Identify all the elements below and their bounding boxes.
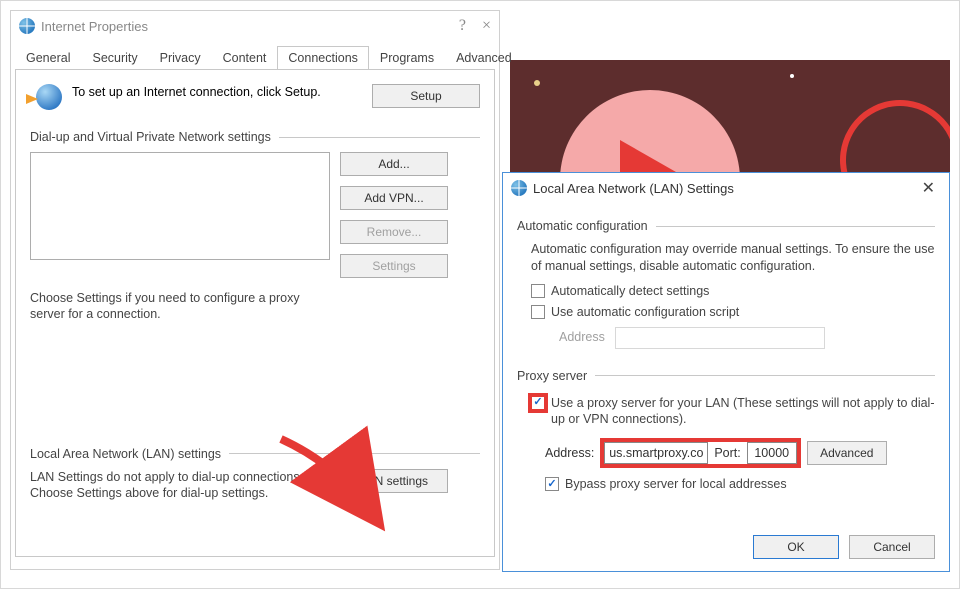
bypass-local-checkbox[interactable]: Bypass proxy server for local addresses xyxy=(545,476,935,493)
close-button[interactable]: × xyxy=(482,17,491,35)
auto-script-checkbox[interactable]: Use automatic configuration script xyxy=(531,304,935,321)
connections-listbox[interactable] xyxy=(30,152,330,260)
use-proxy-checkbox[interactable]: Use a proxy server for your LAN (These s… xyxy=(531,395,935,429)
lan-window-title: Local Area Network (LAN) Settings xyxy=(533,181,916,196)
add-button[interactable]: Add... xyxy=(340,152,448,176)
proxy-address-input[interactable]: us.smartproxy.co xyxy=(604,442,708,464)
lan-settings-window: Local Area Network (LAN) Settings ✕ Auto… xyxy=(502,172,950,572)
close-button[interactable]: ✕ xyxy=(916,178,941,198)
tab-content[interactable]: Content xyxy=(212,46,278,70)
connections-panel: To set up an Internet connection, click … xyxy=(15,69,495,557)
background-artwork xyxy=(510,60,950,172)
script-address-input xyxy=(615,327,825,349)
internet-properties-titlebar: Internet Properties ? × xyxy=(11,11,499,41)
lan-titlebar: Local Area Network (LAN) Settings ✕ xyxy=(503,173,949,203)
internet-icon xyxy=(511,180,527,196)
tab-security[interactable]: Security xyxy=(81,46,148,70)
proxy-address-highlight: us.smartproxy.co Port: 10000 xyxy=(600,438,800,468)
tab-advanced[interactable]: Advanced xyxy=(445,46,523,70)
tab-general[interactable]: General xyxy=(15,46,81,70)
use-proxy-label: Use a proxy server for your LAN (These s… xyxy=(551,395,935,429)
lan-heading: Local Area Network (LAN) settings xyxy=(30,447,221,461)
setup-icon xyxy=(30,84,62,116)
auto-config-heading: Automatic configuration xyxy=(517,219,648,233)
auto-detect-checkbox[interactable]: Automatically detect settings xyxy=(531,283,935,300)
tabstrip: General Security Privacy Content Connect… xyxy=(11,41,499,69)
proxy-address-label: Address: xyxy=(545,445,594,462)
lan-note: LAN Settings do not apply to dial-up con… xyxy=(30,469,330,502)
bypass-local-label: Bypass proxy server for local addresses xyxy=(565,476,787,493)
setup-button[interactable]: Setup xyxy=(372,84,480,108)
window-title: Internet Properties xyxy=(41,19,459,34)
proxy-heading: Proxy server xyxy=(517,369,587,383)
remove-button: Remove... xyxy=(340,220,448,244)
ok-button[interactable]: OK xyxy=(753,535,839,559)
internet-properties-window: Internet Properties ? × General Security… xyxy=(10,10,500,570)
cancel-button[interactable]: Cancel xyxy=(849,535,935,559)
auto-detect-label: Automatically detect settings xyxy=(551,283,709,300)
auto-script-label: Use automatic configuration script xyxy=(551,304,739,321)
script-address-label: Address xyxy=(559,329,605,346)
use-proxy-checkbox-box[interactable] xyxy=(531,396,545,410)
internet-icon xyxy=(19,18,35,34)
dialup-heading: Dial-up and Virtual Private Network sett… xyxy=(30,130,271,144)
auto-config-text: Automatic configuration may override man… xyxy=(517,237,935,279)
setup-text: To set up an Internet connection, click … xyxy=(72,84,362,100)
proxy-note: Choose Settings if you need to configure… xyxy=(30,290,300,323)
tab-connections[interactable]: Connections xyxy=(277,46,369,70)
proxy-port-input[interactable]: 10000 xyxy=(747,442,797,464)
proxy-advanced-button[interactable]: Advanced xyxy=(807,441,887,465)
add-vpn-button[interactable]: Add VPN... xyxy=(340,186,448,210)
lan-settings-button[interactable]: LAN settings xyxy=(340,469,448,493)
settings-button: Settings xyxy=(340,254,448,278)
proxy-port-label: Port: xyxy=(708,445,746,462)
help-button[interactable]: ? xyxy=(459,17,466,35)
tab-programs[interactable]: Programs xyxy=(369,46,445,70)
tab-privacy[interactable]: Privacy xyxy=(149,46,212,70)
